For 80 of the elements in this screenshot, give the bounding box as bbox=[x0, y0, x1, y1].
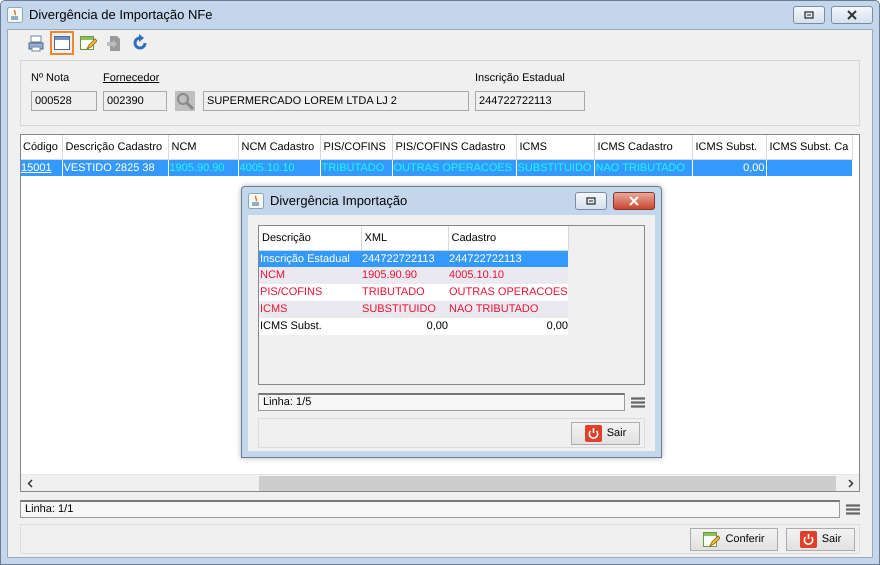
confirm-button[interactable]: Conferir bbox=[690, 528, 778, 550]
menu-icon bbox=[846, 504, 860, 514]
table-row[interactable]: PIS/COFINS TRIBUTADO OUTRAS OPERACOES bbox=[259, 284, 568, 301]
window-title: Divergência de Importação NFe bbox=[29, 6, 214, 24]
table-cell: 15001 bbox=[21, 159, 62, 176]
table-cell: 4005.10.10 bbox=[238, 159, 320, 176]
table-cell: TRIBUTADO bbox=[361, 284, 448, 301]
edit-icon bbox=[79, 34, 97, 52]
restore-icon bbox=[804, 11, 814, 19]
table-cell: PIS/COFINS bbox=[259, 284, 361, 301]
restore-icon bbox=[586, 197, 596, 205]
status-field: Linha: 1/1 bbox=[20, 500, 840, 518]
status-field: Linha: 1/5 bbox=[258, 393, 625, 411]
table-cell: OUTRAS OPERACOES bbox=[392, 159, 516, 176]
menu-button[interactable] bbox=[846, 504, 860, 514]
table-cell: 244722722113 bbox=[361, 250, 448, 267]
table-cell: SUBSTITUIDO bbox=[516, 159, 594, 176]
column-header[interactable]: Descrição Cadastro bbox=[62, 135, 168, 159]
close-button[interactable] bbox=[613, 192, 655, 210]
table-cell: SUBSTITUIDO bbox=[361, 301, 448, 318]
column-header[interactable]: PIS/COFINS Cadastro bbox=[392, 135, 516, 159]
state-registration-field[interactable]: 244722722113 bbox=[475, 91, 585, 111]
printer-icon bbox=[27, 34, 45, 52]
column-header[interactable]: Código bbox=[21, 135, 62, 159]
search-icon bbox=[175, 91, 195, 111]
column-header[interactable]: Cadastro bbox=[448, 226, 568, 250]
exit-button[interactable]: Sair bbox=[571, 422, 640, 444]
column-header[interactable]: NCM bbox=[168, 135, 238, 159]
dialog-title: Divergência Importação bbox=[270, 192, 408, 210]
field-label: Inscrição Estadual bbox=[475, 71, 566, 85]
table-cell: 0,00 bbox=[448, 318, 568, 335]
scroll-right-icon bbox=[848, 478, 854, 488]
table-cell: NAO TRIBUTADO bbox=[448, 301, 568, 318]
close-button[interactable] bbox=[831, 6, 873, 24]
window-icon bbox=[53, 34, 71, 52]
table-cell: ICMS Subst. bbox=[259, 318, 361, 335]
column-header[interactable]: Descrição bbox=[259, 226, 361, 250]
table-cell: 0,00 bbox=[692, 159, 766, 176]
table-row[interactable]: ICMS SUBSTITUIDO NAO TRIBUTADO bbox=[259, 301, 568, 318]
edit-icon bbox=[703, 530, 720, 548]
menu-icon bbox=[631, 396, 645, 408]
scrollbar-thumb[interactable] bbox=[259, 476, 836, 490]
field-label: Fornecedor bbox=[103, 71, 160, 85]
column-header[interactable]: ICMS bbox=[516, 135, 594, 159]
table-cell: NAO TRIBUTADO bbox=[594, 159, 692, 176]
table-cell: VESTIDO 2825 38 bbox=[62, 159, 168, 176]
supplier-name-field[interactable]: SUPERMERCADO LOREM LTDA LJ 2 bbox=[203, 91, 469, 111]
table-cell: TRIBUTADO bbox=[320, 159, 392, 176]
close-icon bbox=[846, 10, 858, 20]
table-cell: 1905.90.90 bbox=[168, 159, 238, 176]
power-icon bbox=[800, 530, 817, 548]
table-cell: OUTRAS OPERACOES bbox=[448, 284, 568, 301]
table-cell: NCM bbox=[259, 267, 361, 284]
column-header[interactable]: NCM Cadastro bbox=[238, 135, 320, 159]
table-cell: 0,00 bbox=[361, 318, 448, 335]
nota-field[interactable]: 000528 bbox=[31, 91, 97, 111]
refresh-icon bbox=[131, 34, 149, 52]
table-cell: 4005.10.10 bbox=[448, 267, 568, 284]
column-header[interactable]: PIS/COFINS bbox=[320, 135, 392, 159]
document-arrow-icon bbox=[105, 34, 123, 52]
scroll-left-icon bbox=[26, 478, 32, 488]
restore-button[interactable] bbox=[575, 192, 607, 210]
exit-button[interactable]: Sair bbox=[786, 528, 855, 550]
column-header[interactable]: ICMS Subst. Ca bbox=[766, 135, 852, 159]
power-icon bbox=[584, 424, 602, 442]
column-header[interactable]: ICMS Subst. bbox=[692, 135, 766, 159]
close-icon bbox=[628, 196, 640, 206]
restore-button[interactable] bbox=[793, 6, 825, 24]
column-header[interactable]: ICMS Cadastro bbox=[594, 135, 692, 159]
table-cell: 244722722113 bbox=[448, 250, 568, 267]
table-row[interactable]: ICMS Subst. 0,00 0,00 bbox=[259, 318, 568, 335]
toolbar-button[interactable] bbox=[50, 31, 74, 55]
table-row[interactable]: NCM 1905.90.90 4005.10.10 bbox=[259, 267, 568, 284]
field-label: Nº Nota bbox=[31, 71, 70, 85]
column-header[interactable]: XML bbox=[361, 226, 448, 250]
menu-button[interactable] bbox=[631, 396, 645, 408]
table-cell: 1905.90.90 bbox=[361, 267, 448, 284]
supplier-code-field[interactable]: 002390 bbox=[103, 91, 167, 111]
table-cell: ICMS bbox=[259, 301, 361, 318]
table-cell: Inscrição Estadual bbox=[259, 250, 361, 267]
